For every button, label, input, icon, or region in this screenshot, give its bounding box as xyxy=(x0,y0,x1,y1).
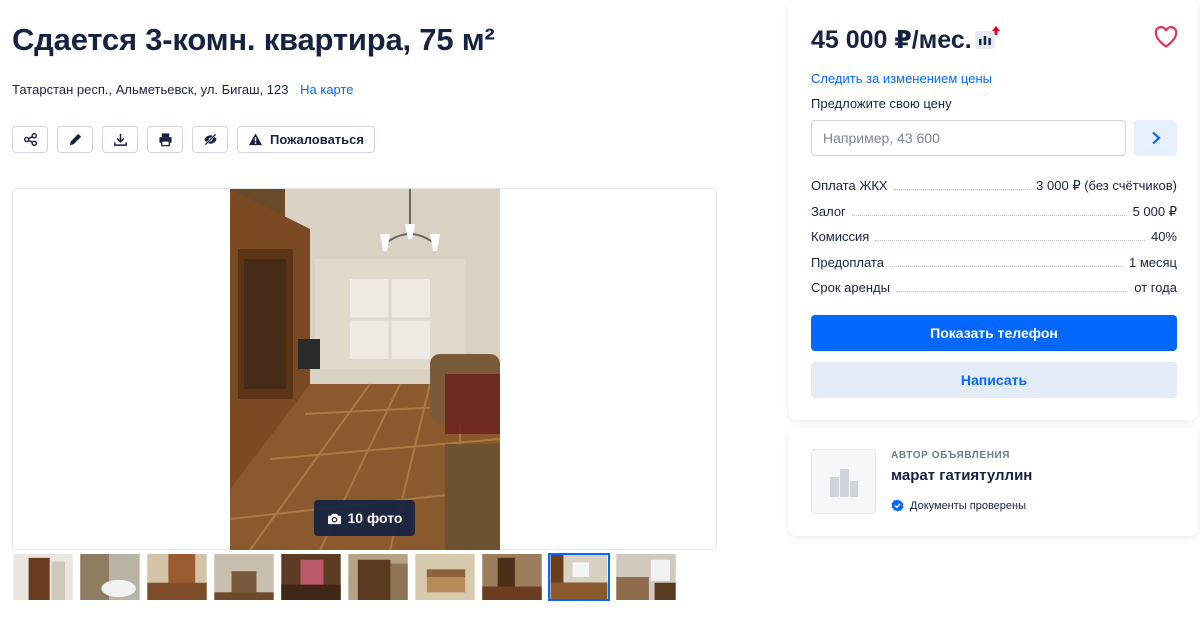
term-label: Оплата ЖКХ xyxy=(811,178,888,193)
author-caption: Автор объявления xyxy=(891,450,1011,461)
term-row: Срок аренды от года xyxy=(811,280,1177,306)
share-button[interactable] xyxy=(12,126,48,153)
edit-button[interactable] xyxy=(57,126,93,153)
term-label: Комиссия xyxy=(811,229,870,244)
price: 45 000 ₽/мес. xyxy=(811,26,972,54)
term-label: Залог xyxy=(811,203,846,219)
term-label: Предоплата xyxy=(811,254,884,270)
term-row: Предоплата 1 месяц xyxy=(811,255,1177,281)
term-value: 3 000 ₽ (без счётчиков) xyxy=(1036,178,1177,193)
term-divider xyxy=(851,207,1127,216)
term-value: 1 месяц xyxy=(1129,254,1177,270)
author-card: Автор объявления марат гатиятуллин Докум… xyxy=(789,428,1198,536)
term-divider xyxy=(875,232,1145,241)
listing-toolbar: Пожаловаться xyxy=(12,126,375,153)
thumbnail[interactable] xyxy=(12,553,74,601)
verified-check-icon xyxy=(891,499,904,512)
map-link[interactable]: На карте xyxy=(300,82,353,97)
verified-label: Документы проверены xyxy=(910,499,1027,512)
rental-terms: Оплата ЖКХ 3 000 ₽ (без счётчиков) Залог 5… xyxy=(811,178,1177,306)
download-button[interactable] xyxy=(102,126,138,153)
thumbnail[interactable] xyxy=(347,553,409,601)
page-title: Сдается 3-комн. квартира, 75 м² xyxy=(12,22,495,57)
term-row: Комиссия 40% xyxy=(811,229,1177,255)
report-label: Пожаловаться xyxy=(270,132,364,147)
term-row: Залог 5 000 ₽ xyxy=(811,204,1177,230)
term-value: 40% xyxy=(1150,229,1177,244)
address-text: Татарстан респ., Альметьевск, ул. Бигаш,… xyxy=(12,82,289,97)
thumbnail[interactable] xyxy=(79,553,141,601)
term-label: Срок аренды xyxy=(811,280,890,295)
thumbnail[interactable] xyxy=(414,553,476,601)
chevron-right-icon xyxy=(1151,131,1161,145)
photo-gallery: 10 фото xyxy=(12,188,717,550)
term-divider xyxy=(895,283,1129,292)
hide-button[interactable] xyxy=(192,126,228,153)
offer-submit-button[interactable] xyxy=(1134,120,1177,156)
watch-price-link[interactable]: Следить за изменением цены xyxy=(811,71,992,86)
offer-price-input[interactable] xyxy=(811,120,1126,156)
photo-count-label: 10 фото xyxy=(347,510,403,526)
report-button[interactable]: Пожаловаться xyxy=(237,126,375,153)
photo-count-button[interactable]: 10 фото xyxy=(314,500,415,536)
thumbnail[interactable] xyxy=(481,553,543,601)
write-message-button[interactable]: Написать xyxy=(811,362,1177,398)
term-row: Оплата ЖКХ 3 000 ₽ (без счётчиков) xyxy=(811,178,1177,204)
thumbnail-strip xyxy=(12,553,677,601)
avatar[interactable] xyxy=(811,449,876,514)
thumbnail-active[interactable] xyxy=(548,553,610,601)
term-divider xyxy=(893,181,1031,190)
thumbnail[interactable] xyxy=(146,553,208,601)
hide-icon xyxy=(203,133,217,146)
address-row: Татарстан респ., Альметьевск, ул. Бигаш,… xyxy=(12,82,354,97)
show-phone-button[interactable]: Показать телефон xyxy=(811,315,1177,351)
heart-icon[interactable] xyxy=(1154,26,1178,48)
warning-icon xyxy=(248,133,263,146)
share-icon xyxy=(23,132,37,147)
term-value: от года xyxy=(1134,280,1177,295)
term-value: 5 000 ₽ xyxy=(1132,203,1177,219)
thumbnail[interactable] xyxy=(280,553,342,601)
edit-icon xyxy=(69,133,81,146)
room-photo-illustration xyxy=(230,189,500,550)
price-history-icon[interactable] xyxy=(975,26,1001,50)
offer-label: Предложите свою цену xyxy=(811,96,952,111)
building-icon xyxy=(829,468,858,497)
main-photo[interactable] xyxy=(230,189,500,550)
print-icon xyxy=(158,133,172,147)
author-name[interactable]: марат гатиятуллин xyxy=(891,467,1032,484)
print-button[interactable] xyxy=(147,126,183,153)
camera-icon xyxy=(327,513,341,524)
download-icon xyxy=(113,133,127,146)
documents-verified-badge: Документы проверены xyxy=(891,499,1026,512)
price-panel: 45 000 ₽/мес. Следить за изменением цены… xyxy=(789,0,1198,420)
thumbnail[interactable] xyxy=(615,553,677,601)
term-divider xyxy=(889,258,1123,267)
thumbnail[interactable] xyxy=(213,553,275,601)
